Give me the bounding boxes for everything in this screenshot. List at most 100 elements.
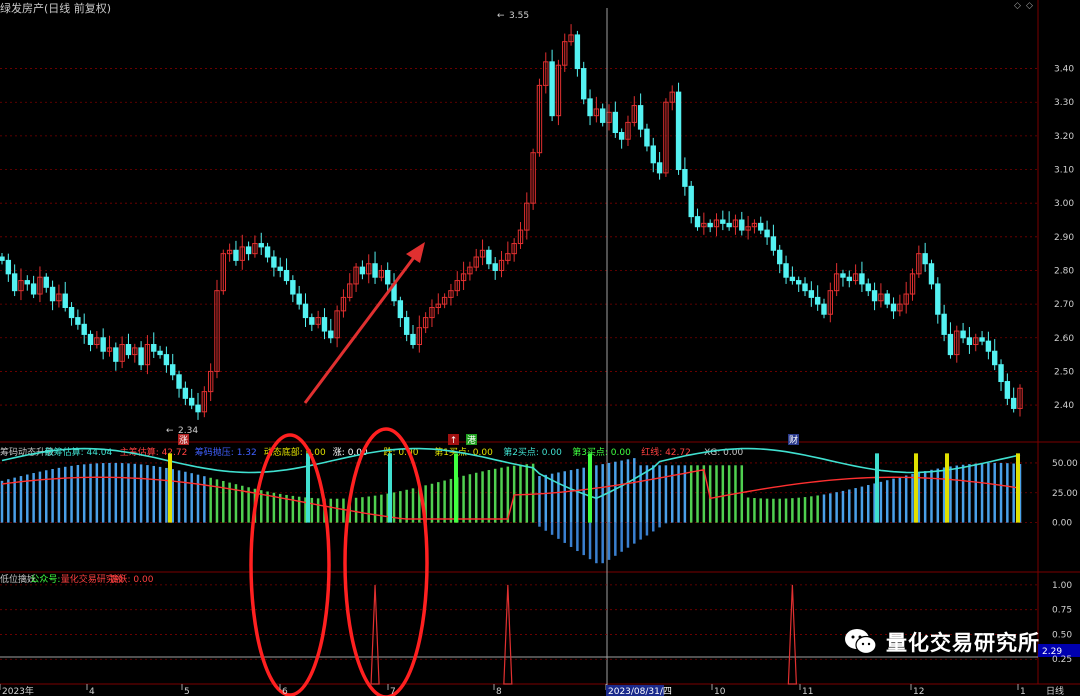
candle-body bbox=[688, 185, 694, 218]
candle-body bbox=[24, 280, 30, 285]
candle-body bbox=[264, 246, 271, 258]
candle-body bbox=[49, 286, 56, 302]
candle-body bbox=[947, 333, 954, 356]
candle-body bbox=[644, 128, 650, 147]
candle-body bbox=[675, 91, 682, 171]
y-tick-label: 0.75 bbox=[1052, 606, 1072, 616]
candle-body bbox=[814, 296, 821, 305]
candle-body bbox=[492, 263, 498, 271]
candle-body bbox=[113, 347, 119, 362]
candle-body bbox=[707, 222, 713, 228]
low-marker-arrow: ← bbox=[166, 426, 174, 436]
candle-body bbox=[125, 344, 132, 356]
candle-body bbox=[574, 34, 581, 70]
candle-body bbox=[157, 350, 163, 356]
signal-bar bbox=[306, 453, 310, 523]
candle-body bbox=[302, 303, 309, 319]
candle-body bbox=[985, 340, 992, 352]
candle-body bbox=[170, 364, 176, 376]
candle-body bbox=[1010, 397, 1017, 409]
high-marker-arrow: ← bbox=[497, 11, 505, 21]
x-tick-label: 11 bbox=[802, 687, 813, 696]
candle-body bbox=[840, 273, 846, 278]
event-marker-label: 港 bbox=[467, 434, 476, 446]
y-tick-label: 3.10 bbox=[1054, 166, 1074, 176]
candle-body bbox=[549, 61, 555, 117]
candle-body bbox=[656, 162, 663, 174]
candle-body bbox=[5, 259, 12, 275]
candle-body bbox=[650, 145, 656, 164]
period-label: 日线 bbox=[1046, 685, 1064, 696]
indicator1-label: 筹码抛压: 1.32 bbox=[195, 446, 257, 458]
y-tick-label: 3.00 bbox=[1054, 199, 1074, 209]
candle-body bbox=[587, 98, 593, 117]
candle-body bbox=[935, 283, 941, 315]
candle-body bbox=[359, 266, 366, 275]
candle-body bbox=[188, 397, 195, 406]
stock-chart[interactable]: 3.40 3.30 3.20 3.10 3.00 2.90 2.80 2.70 2.60 2.50… bbox=[0, 0, 1080, 696]
candle-body bbox=[581, 68, 587, 100]
annotation-ellipse bbox=[343, 427, 429, 696]
candle-body bbox=[100, 337, 106, 352]
y-tick-label: 2.40 bbox=[1054, 401, 1074, 411]
candle-body bbox=[11, 273, 18, 292]
wechat-icon bbox=[845, 629, 877, 655]
candle-body bbox=[321, 317, 328, 332]
y-tick-label: 2.80 bbox=[1054, 266, 1074, 276]
candle-body bbox=[233, 249, 239, 261]
signal-bar bbox=[168, 453, 172, 523]
y-tick-label: 2.60 bbox=[1054, 334, 1074, 344]
candle-body bbox=[770, 236, 777, 251]
candle-body bbox=[960, 330, 966, 339]
crosshair-date: 2023/08/31/四 bbox=[608, 687, 672, 696]
event-marker-label: 财 bbox=[789, 434, 798, 446]
y-tick-label: 25.00 bbox=[1052, 489, 1078, 499]
candle-body bbox=[258, 243, 264, 248]
candle-body bbox=[795, 280, 802, 285]
x-tick-label: 8 bbox=[496, 687, 502, 696]
watermark: 量化交易研究所 bbox=[844, 627, 1040, 657]
candle-body bbox=[68, 306, 75, 319]
y-tick-label: 0.50 bbox=[1052, 630, 1072, 640]
annotation-ellipse bbox=[249, 433, 331, 696]
candle-body bbox=[871, 290, 878, 302]
y-tick-label: 2.70 bbox=[1054, 300, 1074, 310]
candle-body bbox=[618, 132, 625, 140]
candle-body bbox=[403, 317, 410, 335]
event-marker-label: 涨 bbox=[179, 435, 188, 446]
candle-body bbox=[998, 364, 1004, 383]
candle-body bbox=[726, 222, 732, 228]
candle-body bbox=[758, 222, 764, 231]
candle-body bbox=[182, 387, 189, 399]
event-marker-label: ↑ bbox=[450, 436, 458, 446]
signal-bar bbox=[454, 453, 458, 523]
y-tick-label: 50.00 bbox=[1052, 459, 1078, 469]
candle-body bbox=[290, 280, 296, 295]
candle-body bbox=[385, 269, 391, 285]
watermark-text: 量化交易研究所 bbox=[886, 631, 1040, 655]
indicator2-label: 擒妖: 0.00 bbox=[110, 573, 154, 585]
candle-body bbox=[884, 293, 890, 305]
candle-body bbox=[682, 169, 688, 187]
candle-body bbox=[176, 374, 182, 389]
candle-body bbox=[277, 266, 283, 271]
indicator2-label: 公众号: bbox=[30, 574, 60, 585]
candle-body bbox=[283, 269, 290, 282]
candle-body bbox=[612, 111, 619, 134]
candle-body bbox=[75, 317, 81, 325]
candle-body bbox=[410, 333, 416, 346]
candle-body bbox=[720, 219, 726, 224]
candle-body bbox=[846, 276, 852, 282]
candle-body bbox=[138, 347, 144, 366]
signal-bar bbox=[588, 453, 592, 523]
diamond-icon: ◇ bbox=[1014, 1, 1021, 11]
signal-bar bbox=[945, 453, 949, 523]
candle-body bbox=[783, 263, 789, 278]
y-tick-label: 2.50 bbox=[1054, 367, 1074, 377]
candle-body bbox=[821, 303, 827, 315]
y-tick-label: 3.20 bbox=[1054, 132, 1074, 142]
candle-body bbox=[486, 249, 492, 265]
x-tick-label: 5 bbox=[184, 687, 190, 696]
y-tick-label: 3.40 bbox=[1054, 65, 1074, 75]
candle-body bbox=[195, 404, 201, 413]
